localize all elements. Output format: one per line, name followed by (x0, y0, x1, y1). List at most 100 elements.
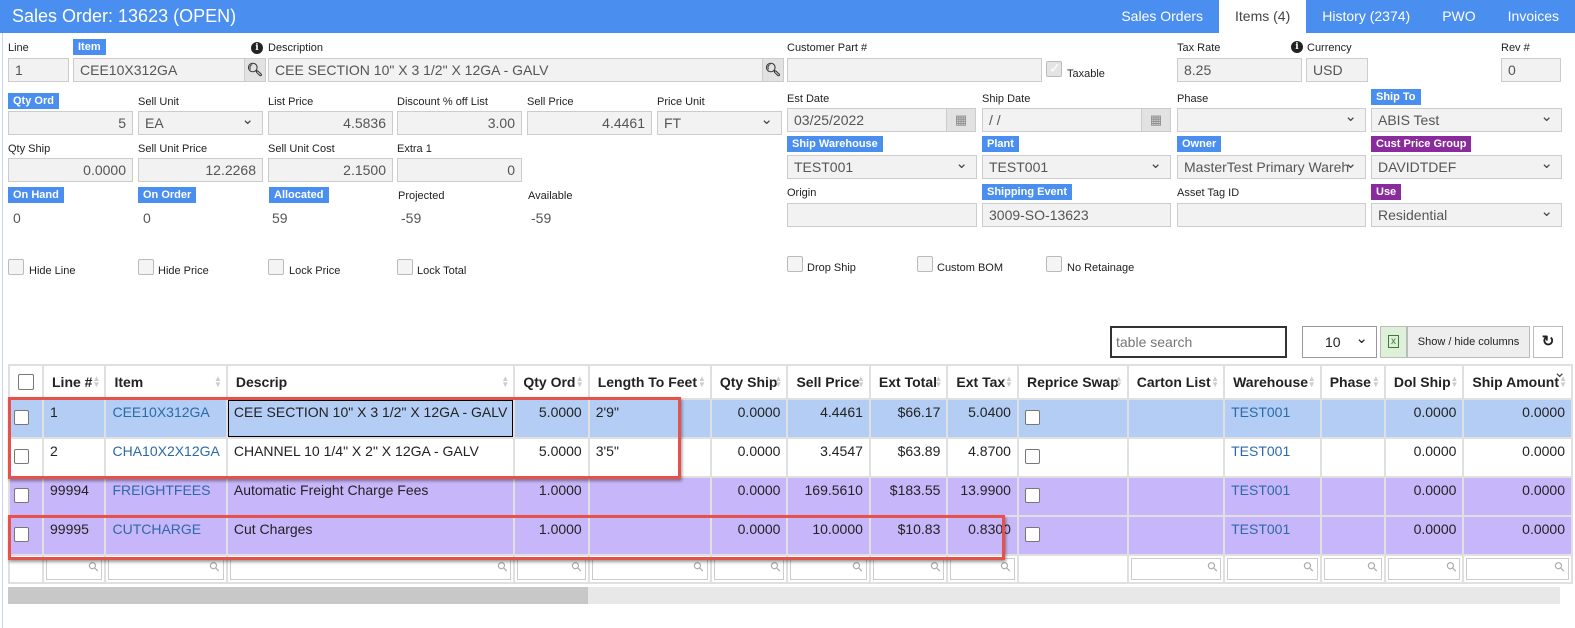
customer-part-input[interactable] (787, 58, 1042, 82)
item-label[interactable]: Item (73, 39, 106, 55)
price-unit-select[interactable]: FT (657, 111, 782, 135)
cell-warehouse[interactable]: TEST001 (1223, 476, 1322, 517)
currency-info-icon[interactable]: i (1291, 41, 1303, 53)
column-filter-input[interactable] (790, 558, 867, 580)
cell-item[interactable]: CHA10X2X12GA (104, 437, 228, 478)
col-ext-total[interactable]: Ext Total ▲ ▼ (868, 364, 949, 400)
lock-price-checkbox[interactable] (268, 259, 284, 275)
cell-reprice-swap[interactable] (1016, 515, 1129, 556)
row-checkbox[interactable] (14, 488, 29, 503)
cust-price-group-select[interactable]: DAVIDTDEF (1371, 155, 1562, 179)
page-size-select[interactable]: 10 (1302, 326, 1377, 358)
column-filter-input[interactable] (1466, 558, 1569, 580)
select-all-header[interactable] (8, 364, 44, 400)
use-select[interactable]: Residential (1371, 203, 1562, 227)
no-retainage-checkbox[interactable] (1046, 256, 1062, 272)
column-filter-input[interactable] (1130, 558, 1222, 580)
discount-input[interactable]: 3.00 (397, 111, 522, 135)
row-checkbox[interactable] (14, 410, 29, 425)
ship-warehouse-select[interactable]: TEST001 (787, 155, 977, 179)
col-warehouse[interactable]: Warehouse ▲ ▼ (1223, 364, 1322, 400)
item-search-icon[interactable]: 🔍︎ (244, 58, 266, 82)
column-filter-input[interactable] (1387, 558, 1461, 580)
table-row[interactable]: 1 CEE10X312GA CEE SECTION 10" X 3 1/2" X 1… (8, 398, 1574, 439)
col-qty-ord[interactable]: Qty Ord ▲ ▼ (513, 364, 590, 400)
row-checkbox[interactable] (14, 449, 29, 464)
sell-unit-price-input[interactable]: 12.2268 (138, 158, 263, 182)
select-all-checkbox[interactable] (18, 374, 34, 390)
line-input[interactable]: 1 (8, 58, 69, 82)
column-filter-input[interactable] (517, 558, 586, 580)
col-qty-ship[interactable]: Qty Ship ▲ ▼ (709, 364, 789, 400)
col-item[interactable]: Item ▲ ▼ (104, 364, 228, 400)
plant-label[interactable]: Plant (982, 136, 1019, 152)
col-sell-price[interactable]: Sell Price ▲ ▼ (786, 364, 871, 400)
column-filter-input[interactable] (1227, 558, 1318, 580)
shipping-event-label[interactable]: Shipping Event (982, 184, 1073, 200)
reprice-swap-checkbox[interactable] (1024, 410, 1040, 425)
ship-warehouse-label[interactable]: Ship Warehouse (787, 136, 883, 152)
cell-item[interactable]: CEE10X312GA (104, 398, 228, 439)
cell-warehouse-link[interactable]: TEST001 (1231, 482, 1290, 498)
cell-warehouse-link[interactable]: TEST001 (1231, 404, 1290, 420)
rev-input[interactable]: 0 (1501, 58, 1561, 82)
est-date-calendar-icon[interactable]: ▦ (946, 108, 976, 132)
column-filter-input[interactable] (229, 558, 512, 580)
reprice-swap-checkbox[interactable] (1024, 527, 1040, 542)
est-date-input[interactable]: 03/25/2022 (787, 108, 947, 132)
horizontal-scrollbar[interactable] (8, 587, 1560, 604)
plant-select[interactable]: TEST001 (982, 155, 1171, 179)
cell-warehouse[interactable]: TEST001 (1223, 515, 1322, 556)
item-input[interactable]: CEE10X312GA (73, 58, 245, 82)
row-select-cell[interactable] (8, 476, 44, 517)
qty-ord-input[interactable]: 5 (8, 111, 133, 135)
shipping-event-input[interactable]: 3009-SO-13623 (982, 203, 1171, 227)
row-select-cell[interactable] (8, 398, 44, 439)
cell-item-link[interactable]: CEE10X312GA (112, 404, 209, 420)
cell-item[interactable]: CUTCHARGE (104, 515, 228, 556)
reprice-swap-checkbox[interactable] (1024, 449, 1040, 464)
drop-ship-checkbox[interactable] (787, 256, 803, 272)
hide-line-checkbox[interactable] (8, 259, 24, 275)
col-length[interactable]: Length To Feet ▲ ▼ (587, 364, 712, 400)
column-filter-input[interactable] (591, 558, 708, 580)
col-phase[interactable]: Phase ▲ ▼ (1319, 364, 1386, 400)
owner-select[interactable]: MasterTest Primary Wareh (1177, 155, 1366, 179)
ship-to-select[interactable]: ABIS Test (1371, 108, 1562, 132)
cell-warehouse-link[interactable]: TEST001 (1231, 443, 1290, 459)
col-descrip[interactable]: Descrip ▲ ▼ (225, 364, 516, 400)
col-line[interactable]: Line # ▲ ▼ (41, 364, 107, 400)
row-select-cell[interactable] (8, 515, 44, 556)
reprice-swap-checkbox[interactable] (1024, 488, 1040, 503)
column-filter-input[interactable] (872, 558, 945, 580)
show-hide-columns-button[interactable]: Show / hide columns (1407, 326, 1530, 358)
table-search-input[interactable] (1110, 326, 1287, 358)
column-filter-input[interactable] (950, 558, 1015, 580)
tab-items[interactable]: Items (4) (1219, 0, 1307, 33)
description-input[interactable]: CEE SECTION 10" X 3 1/2" X 12GA - GALV (268, 58, 763, 82)
owner-label[interactable]: Owner (1177, 136, 1222, 152)
qty-ord-label[interactable]: Qty Ord (8, 93, 59, 109)
tab-pwo[interactable]: PWO (1426, 0, 1491, 33)
phase-select[interactable] (1177, 108, 1366, 132)
col-reprice-swap[interactable]: Reprice Swap ▲ ▼ (1016, 364, 1129, 400)
cell-reprice-swap[interactable] (1016, 398, 1129, 439)
origin-input[interactable] (787, 203, 977, 227)
sell-unit-cost-input[interactable]: 2.1500 (268, 158, 393, 182)
on-hand-label[interactable]: On Hand (8, 187, 64, 203)
extra1-input[interactable]: 0 (397, 158, 522, 182)
custom-bom-checkbox[interactable] (917, 256, 933, 272)
cell-reprice-swap[interactable] (1016, 476, 1129, 517)
sell-unit-select[interactable]: EA (138, 111, 263, 135)
tab-history[interactable]: History (2374) (1306, 0, 1426, 33)
sell-price-input[interactable]: 4.4461 (527, 111, 652, 135)
table-row[interactable]: 2 CHA10X2X12GA CHANNEL 10 1/4" X 2" X 12GA… (8, 437, 1574, 478)
cell-warehouse-link[interactable]: TEST001 (1231, 521, 1290, 537)
col-ext-tax[interactable]: Ext Tax ▲ ▼ (946, 364, 1019, 400)
cust-price-group-label[interactable]: Cust Price Group (1371, 136, 1472, 152)
hide-price-checkbox[interactable] (138, 259, 154, 275)
tax-rate-input[interactable]: 8.25 (1177, 58, 1302, 82)
cell-warehouse[interactable]: TEST001 (1223, 398, 1322, 439)
table-row[interactable]: 99994 FREIGHTFEES Automatic Freight Charge… (8, 476, 1574, 517)
col-dol-ship[interactable]: Dol Ship ▲ ▼ (1383, 364, 1465, 400)
